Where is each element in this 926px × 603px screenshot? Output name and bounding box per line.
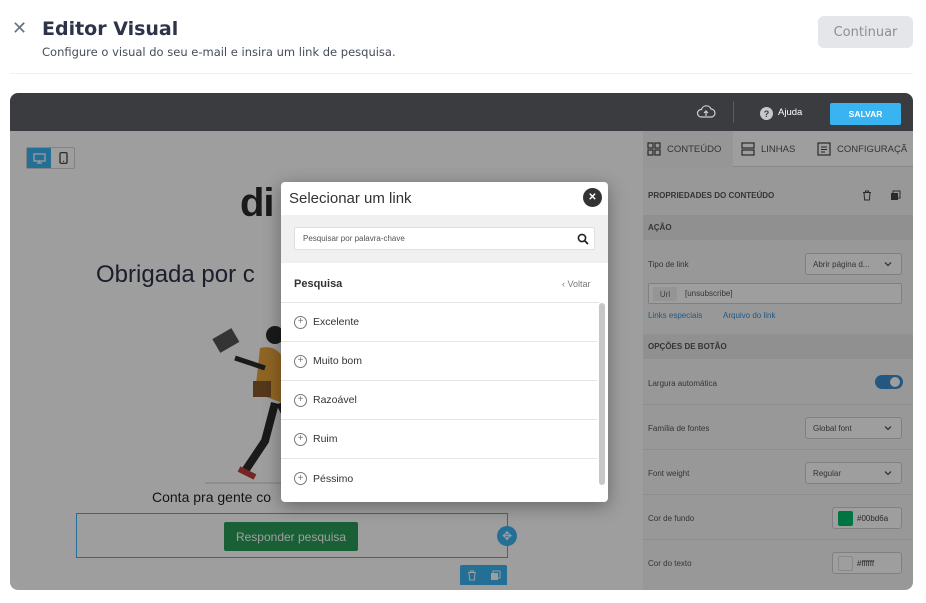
page-subtitle: Configure o visual do seu e-mail e insir…	[42, 45, 396, 59]
add-circle-icon: +	[294, 472, 307, 485]
list-item-label: Excelente	[313, 316, 360, 328]
list-scrollbar[interactable]	[599, 303, 605, 485]
modal-title: Selecionar um link	[289, 190, 412, 207]
header-divider	[10, 73, 913, 74]
list-item-label: Muito bom	[313, 355, 363, 367]
list-item-label: Ruim	[313, 433, 338, 445]
add-circle-icon: +	[294, 354, 307, 368]
help-label[interactable]: Ajuda	[778, 107, 802, 118]
topbar-separator	[733, 101, 734, 123]
close-icon[interactable]: ✕	[12, 19, 28, 37]
search-icon[interactable]	[577, 233, 589, 245]
page-title: Editor Visual	[42, 18, 179, 40]
search-placeholder: Pesquisar por palavra-chave	[303, 234, 405, 243]
help-icon[interactable]: ?	[760, 107, 773, 120]
list-item[interactable]: + Muito bom	[281, 342, 597, 381]
list-item[interactable]: + Excelente	[281, 303, 597, 342]
list-item[interactable]: + Péssimo	[281, 459, 597, 498]
close-icon[interactable]: ✕	[583, 188, 602, 207]
save-button[interactable]: SALVAR	[830, 103, 901, 125]
list-item[interactable]: + Ruim	[281, 420, 597, 459]
list-item-label: Razoável	[313, 394, 357, 406]
add-circle-icon: +	[294, 393, 307, 407]
search-area: Pesquisar por palavra-chave	[281, 215, 608, 263]
search-input[interactable]: Pesquisar por palavra-chave	[294, 227, 595, 250]
list-item[interactable]: + Razoável	[281, 381, 597, 420]
category-title: Pesquisa	[294, 278, 343, 290]
select-link-modal: Selecionar um link ✕ Pesquisar por palav…	[281, 182, 608, 502]
add-circle-icon: +	[294, 432, 307, 446]
list-item-label: Péssimo	[313, 472, 354, 485]
survey-option-list: + Excelente + Muito bom + Razoável + Ruim + P…	[281, 302, 599, 490]
cloud-upload-icon[interactable]	[696, 104, 716, 120]
continue-button[interactable]: Continuar	[818, 16, 913, 48]
back-link[interactable]: ‹ Voltar	[562, 279, 591, 289]
editor-topbar: ? Ajuda SALVAR	[10, 93, 913, 131]
add-circle-icon: +	[294, 315, 307, 329]
